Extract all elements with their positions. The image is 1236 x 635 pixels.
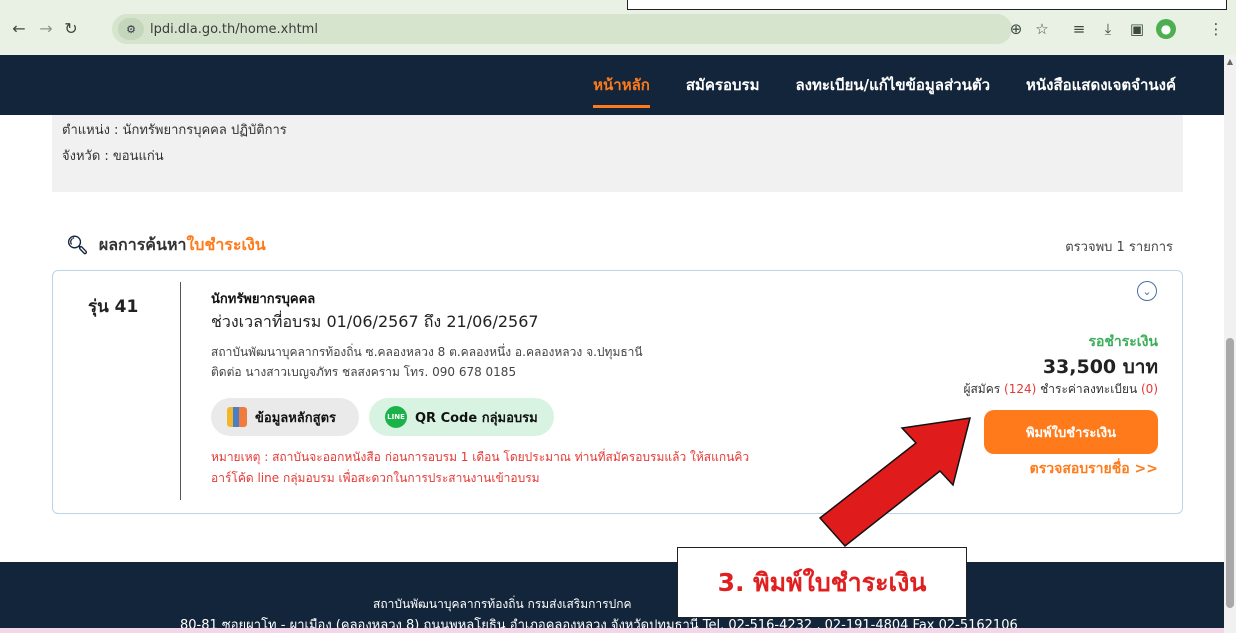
annotation-box-top xyxy=(627,0,1227,10)
profile-position: ตำแหน่ง : นักทรัพยากรบุคคล ปฏิบัติการ xyxy=(62,123,287,138)
paid-count: (0) xyxy=(1141,382,1158,396)
profile-icon[interactable]: ● xyxy=(1156,19,1176,39)
payment-status: รอชำระเงิน xyxy=(1088,334,1158,350)
reading-list-icon[interactable]: ≡ xyxy=(1069,19,1089,39)
applicant-stats: ผู้สมัคร (124) ชำระค่าลงทะเบียน (0) xyxy=(963,380,1158,399)
zoom-icon[interactable]: ⊕ xyxy=(1006,19,1026,39)
back-icon[interactable]: ← xyxy=(8,17,30,39)
nav-item-register[interactable]: ลงทะเบียน/แก้ไขข้อมูลส่วนตัว xyxy=(795,73,990,97)
scroll-up-icon[interactable]: ▲ xyxy=(1224,55,1236,69)
qr-code-label: QR Code กลุ่มอบรม xyxy=(415,410,538,426)
results-title-prefix: ผลการค้นหา xyxy=(98,235,187,254)
print-payment-slip-button[interactable]: พิมพ์ใบชำระเงิน xyxy=(984,410,1158,454)
chevron-down-icon[interactable]: ⌄ xyxy=(1137,281,1157,301)
results-title-accent: ใบชำระเงิน xyxy=(186,235,266,254)
scroll-thumb[interactable] xyxy=(1226,338,1234,608)
site-navbar: หน้าหลัก สมัครอบรม ลงทะเบียน/แก้ไขข้อมูล… xyxy=(0,55,1224,115)
reload-icon[interactable]: ↻ xyxy=(60,17,82,39)
profile-province: จังหวัด : ขอนแก่น xyxy=(62,149,164,164)
site-info-icon[interactable]: ⚙ xyxy=(118,18,144,40)
price: 33,500 บาท xyxy=(1042,356,1158,378)
menu-icon[interactable]: ⋮ xyxy=(1206,19,1226,39)
card-divider xyxy=(180,282,181,500)
side-panel-icon[interactable]: ▣ xyxy=(1127,19,1147,39)
nav-item-apply[interactable]: สมัครอบรม xyxy=(686,73,760,97)
bookmark-star-icon[interactable]: ☆ xyxy=(1032,19,1052,39)
results-heading: 🔍︎ ผลการค้นหาใบชำระเงิน xyxy=(66,233,266,258)
url-text[interactable]: lpdi.dla.go.th/home.xhtml xyxy=(150,22,318,37)
books-icon xyxy=(227,407,247,427)
bottom-strip xyxy=(0,628,1224,633)
address-bar[interactable]: ⚙ lpdi.dla.go.th/home.xhtml xyxy=(112,14,1012,44)
applicants-label: ผู้สมัคร xyxy=(963,382,1005,396)
remark-line-1: หมายเหตุ : สถาบันจะออกหนังสือ ก่อนการอบร… xyxy=(211,450,750,464)
course-type: นักทรัพยากรบุคคล xyxy=(211,292,316,307)
results-count: ตรวจพบ 1 รายการ xyxy=(1065,240,1173,255)
check-names-link[interactable]: ตรวจสอบรายชื่อ >> xyxy=(1030,458,1158,480)
download-icon[interactable]: ⤓ xyxy=(1098,19,1118,39)
main-menu: หน้าหลัก สมัครอบรม ลงทะเบียน/แก้ไขข้อมูล… xyxy=(593,55,1176,115)
course-info-label: ข้อมูลหลักสูตร xyxy=(255,410,336,426)
remark-line-2: อาร์โค้ด line กลุ่มอบรม เพื่อสะดวกในการป… xyxy=(211,471,540,485)
footer-org-name: สถาบันพัฒนาบุคลากรท้องถิ่น กรมส่งเสริมกา… xyxy=(373,597,632,611)
batch-label: รุ่น 41 xyxy=(88,297,139,317)
search-icon: 🔍︎ xyxy=(66,235,89,256)
applicants-count: (124) xyxy=(1004,382,1037,396)
nav-item-home[interactable]: หน้าหลัก xyxy=(593,73,650,108)
paid-label: ชำระค่าลงทะเบียน xyxy=(1036,382,1141,396)
course-period: ช่วงเวลาที่อบรม 01/06/2567 ถึง 21/06/256… xyxy=(211,312,539,331)
page-scrollbar[interactable]: ▲ xyxy=(1224,55,1236,633)
line-app-icon: LINE xyxy=(385,406,407,428)
nav-item-letter[interactable]: หนังสือแสดงเจตจำนงค์ xyxy=(1026,73,1176,97)
forward-icon[interactable]: → xyxy=(35,17,57,39)
institute-address: สถาบันพัฒนาบุคลากรท้องถิ่น ซ.คลองหลวง 8 … xyxy=(211,345,643,359)
step-callout: 3. พิมพ์ใบชำระเงิน xyxy=(677,547,967,618)
course-info-button[interactable]: ข้อมูลหลักสูตร xyxy=(211,398,359,436)
qr-code-group-button[interactable]: LINE QR Code กลุ่มอบรม xyxy=(369,398,554,436)
contact-info: ติดต่อ นางสาวเบญจภัทร ชลสงคราม โทร. 090 … xyxy=(211,365,517,379)
